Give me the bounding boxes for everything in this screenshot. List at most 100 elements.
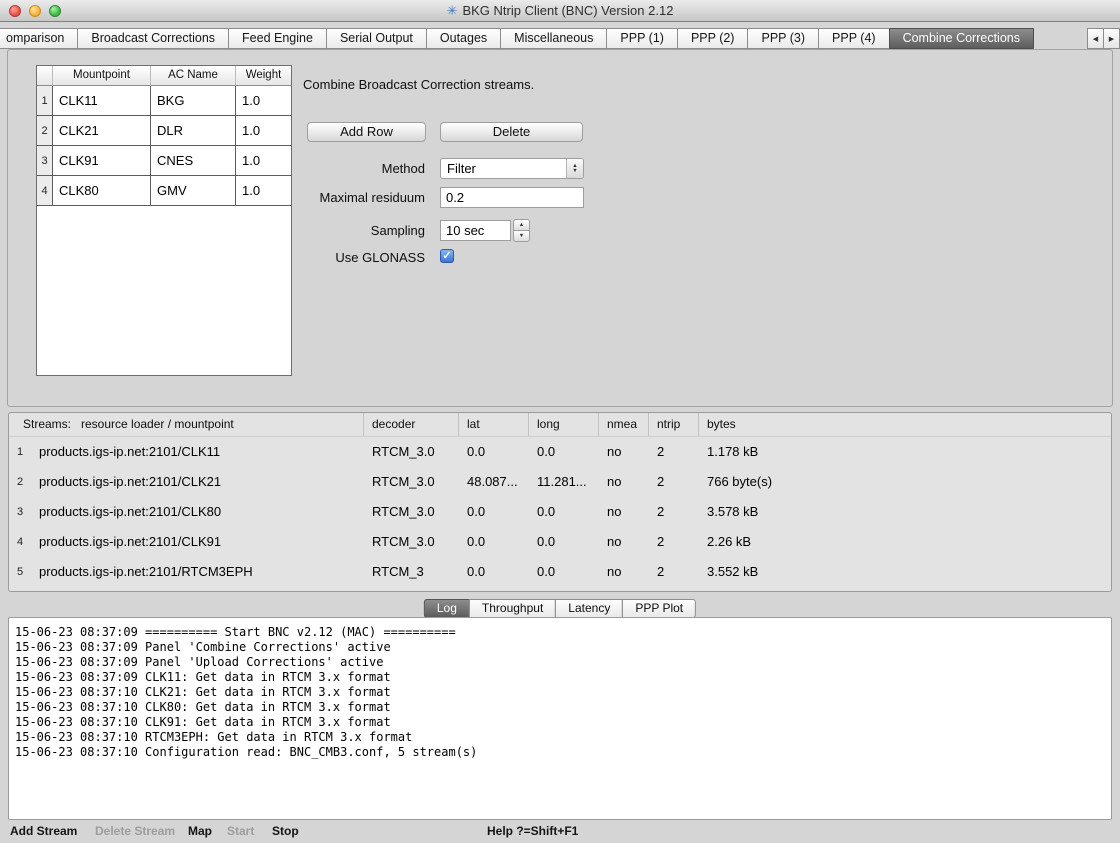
stream-bytes: 1.178 kB [699,437,1111,467]
sampling-label: Sampling [210,221,425,241]
chevron-down-icon: ▼ [572,169,577,174]
use-glonass-label: Use GLONASS [210,248,425,268]
ac-name-cell[interactable]: BKG [151,86,236,116]
streams-header-lat[interactable]: lat [459,413,529,437]
mountpoint-cell[interactable]: CLK11 [53,86,151,116]
tab-serial-output[interactable]: Serial Output [326,28,427,49]
stream-ntrip: 2 [649,527,699,557]
main-tab-bar: omparison Broadcast Corrections Feed Eng… [0,22,1120,49]
log-line: 15-06-23 08:37:10 RTCM3EPH: Get data in … [15,730,1105,745]
close-button[interactable] [9,5,21,17]
stream-nmea: no [599,557,649,587]
stream-mountpoint[interactable]: products.igs-ip.net:2101/CLK91 [31,527,364,557]
weight-cell[interactable]: 1.0 [236,86,291,116]
minimize-button[interactable] [29,5,41,17]
mount-header-mountpoint[interactable]: Mountpoint [53,66,151,86]
sampling-stepper: ▲ ▼ [513,219,530,242]
stream-ntrip: 2 [649,497,699,527]
stream-nmea: no [599,497,649,527]
stream-mountpoint[interactable]: products.igs-ip.net:2101/CLK80 [31,497,364,527]
sampling-field[interactable]: 10 sec [440,220,511,241]
maximal-residuum-field[interactable]: 0.2 [440,187,584,208]
tab-scrollers: ◀ ▶ [1088,28,1120,49]
log-line: 15-06-23 08:37:09 Panel 'Combine Correct… [15,640,1105,655]
streams-header-long[interactable]: long [529,413,599,437]
add-row-button[interactable]: Add Row [307,122,426,142]
log-tab-bar: Log Throughput Latency PPP Plot [424,599,696,618]
stream-ntrip: 2 [649,467,699,497]
stream-lat: 0.0 [459,497,529,527]
stop-button[interactable]: Stop [272,820,299,842]
start-button[interactable]: Start [227,820,254,842]
row-number: 1 [37,86,53,116]
mountpoint-cell[interactable]: CLK91 [53,146,151,176]
log-line: 15-06-23 08:37:10 Configuration read: BN… [15,745,1105,760]
mount-header-ac-name[interactable]: AC Name [151,66,236,86]
help-hint: Help ?=Shift+F1 [487,820,578,842]
stream-mountpoint[interactable]: products.igs-ip.net:2101/CLK21 [31,467,364,497]
delete-stream-button[interactable]: Delete Stream [95,820,175,842]
tab-log[interactable]: Log [424,599,470,618]
mount-header-weight[interactable]: Weight [236,66,291,86]
zoom-button[interactable] [49,5,61,17]
stream-bytes: 3.578 kB [699,497,1111,527]
mountpoint-cell[interactable]: CLK21 [53,116,151,146]
tab-ppp-plot[interactable]: PPP Plot [622,599,696,618]
stream-decoder: RTCM_3.0 [364,437,459,467]
window-title-row: ✳BKG Ntrip Client (BNC) Version 2.12 [0,0,1120,21]
combine-corrections-panel: Mountpoint AC Name Weight 1 CLK11 BKG 1.… [7,49,1113,407]
mountpoint-cell[interactable]: CLK80 [53,176,151,206]
streams-header-mountpoint[interactable]: Streams: resource loader / mountpoint [9,413,364,437]
delete-button[interactable]: Delete [440,122,583,142]
stream-row-number: 2 [9,467,31,497]
tab-combine-corrections[interactable]: Combine Corrections [889,28,1034,49]
stream-nmea: no [599,437,649,467]
tab-outages[interactable]: Outages [426,28,501,49]
bottom-action-bar: Add Stream Delete Stream Map Start Stop … [0,820,1120,843]
stream-long: 0.0 [529,437,599,467]
stream-decoder: RTCM_3 [364,557,459,587]
stream-lat: 0.0 [459,437,529,467]
use-glonass-checkbox[interactable]: ✓ [440,249,454,263]
tab-comparison[interactable]: omparison [0,28,78,49]
stream-row-number: 3 [9,497,31,527]
stream-long: 0.0 [529,527,599,557]
stream-nmea: no [599,527,649,557]
spin-down-icon[interactable]: ▼ [513,230,530,242]
tab-ppp-4[interactable]: PPP (4) [818,28,890,49]
mount-header-corner [37,66,53,86]
log-output[interactable]: 15-06-23 08:37:09 ========== Start BNC v… [8,617,1112,820]
tab-latency[interactable]: Latency [555,599,623,618]
log-line: 15-06-23 08:37:09 Panel 'Upload Correcti… [15,655,1105,670]
stream-lat: 0.0 [459,557,529,587]
tab-feed-engine[interactable]: Feed Engine [228,28,327,49]
streams-header-decoder[interactable]: decoder [364,413,459,437]
stream-lat: 48.087... [459,467,529,497]
row-number: 2 [37,116,53,146]
stream-mountpoint[interactable]: products.igs-ip.net:2101/RTCM3EPH [31,557,364,587]
streams-panel: Streams: resource loader / mountpoint de… [8,412,1112,592]
tab-miscellaneous[interactable]: Miscellaneous [500,28,607,49]
stream-long: 0.0 [529,557,599,587]
stream-row-number: 4 [9,527,31,557]
app-icon: ✳ [447,3,458,18]
add-stream-button[interactable]: Add Stream [10,820,77,842]
tab-broadcast-corrections[interactable]: Broadcast Corrections [77,28,229,49]
weight-cell[interactable]: 1.0 [236,116,291,146]
streams-header-bytes[interactable]: bytes [699,413,1111,437]
maximal-residuum-label: Maximal residuum [210,188,425,208]
tab-scroll-right-icon[interactable]: ▶ [1103,28,1120,49]
stream-bytes: 3.552 kB [699,557,1111,587]
streams-header-nmea[interactable]: nmea [599,413,649,437]
map-button[interactable]: Map [188,820,212,842]
tab-throughput[interactable]: Throughput [469,599,556,618]
tab-ppp-3[interactable]: PPP (3) [747,28,819,49]
tab-ppp-2[interactable]: PPP (2) [677,28,749,49]
tab-scroll-left-icon[interactable]: ◀ [1087,28,1104,49]
streams-header-ntrip[interactable]: ntrip [649,413,699,437]
method-select[interactable]: Filter ▲ ▼ [440,158,584,179]
ac-name-cell[interactable]: DLR [151,116,236,146]
tab-ppp-1[interactable]: PPP (1) [606,28,678,49]
log-line: 15-06-23 08:37:10 CLK80: Get data in RTC… [15,700,1105,715]
stream-mountpoint[interactable]: products.igs-ip.net:2101/CLK11 [31,437,364,467]
